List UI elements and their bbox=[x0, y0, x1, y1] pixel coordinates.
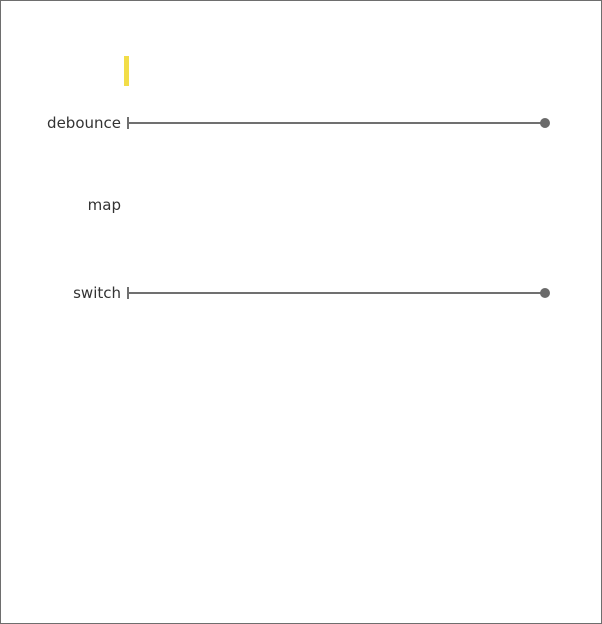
end-dot-icon bbox=[540, 288, 550, 298]
row-label-map: map bbox=[87, 196, 121, 214]
end-dot-icon bbox=[540, 118, 550, 128]
diagram-canvas: debounce map switch bbox=[0, 0, 602, 624]
timeline-switch bbox=[124, 287, 551, 299]
row-label-debounce: debounce bbox=[47, 114, 121, 132]
row-label-switch: switch bbox=[73, 284, 121, 302]
timeline-line bbox=[129, 122, 541, 124]
timeline-line bbox=[129, 292, 541, 294]
yellow-marker bbox=[124, 56, 129, 86]
timeline-debounce bbox=[124, 117, 551, 129]
